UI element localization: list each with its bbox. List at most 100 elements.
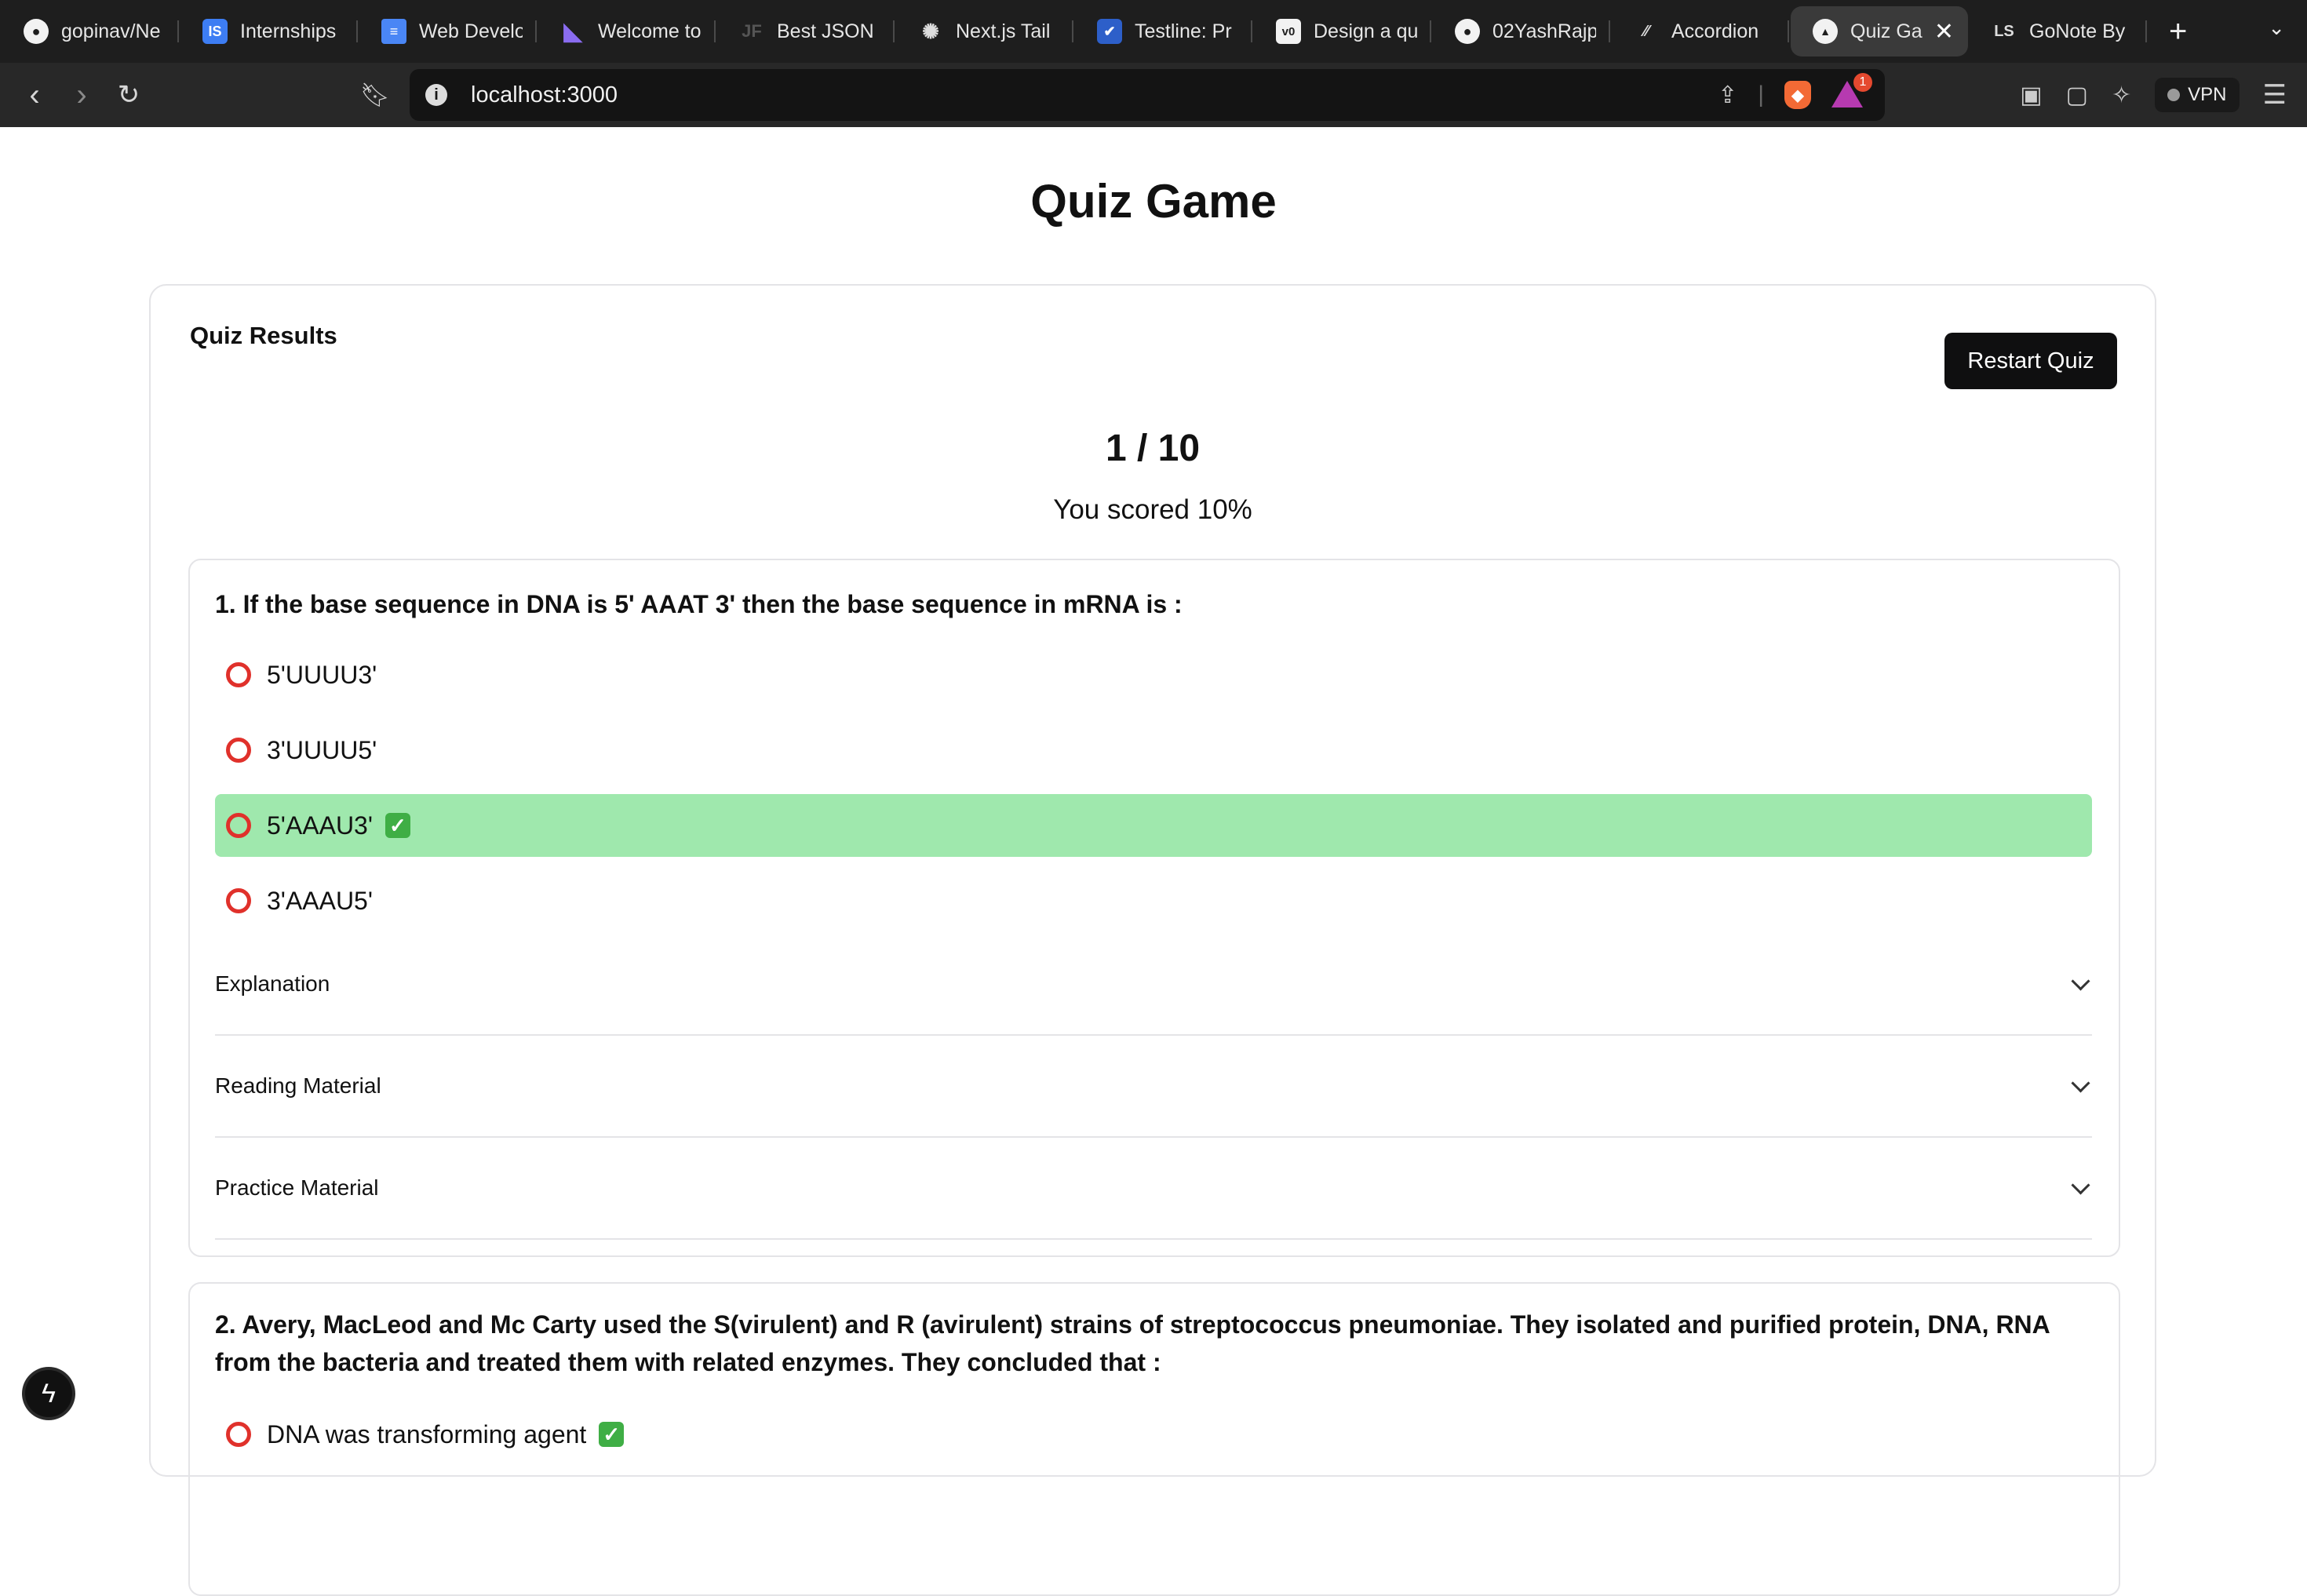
tab-nextjs-tailwind[interactable]: ✺ Next.js Tail <box>896 6 1073 56</box>
option-label: 3'UUUU5' <box>267 735 377 764</box>
google-docs-icon: ≡ <box>381 19 406 44</box>
leo-ai-icon[interactable]: ✧ <box>2112 82 2131 109</box>
shadcn-icon: ⁄⁄ <box>1643 22 1649 40</box>
radio-icon <box>226 1422 251 1447</box>
tab-separator <box>893 20 895 42</box>
wallet-icon[interactable]: ▢ <box>2066 82 2088 109</box>
question-text: 2. Avery, MacLeod and Mc Carty used the … <box>215 1310 2050 1376</box>
forward-button[interactable]: › <box>58 78 105 113</box>
tab-separator <box>356 20 358 42</box>
tab-separator <box>535 20 537 42</box>
quiz-results-card: Quiz Results Restart Quiz 1 / 10 You sco… <box>149 284 2156 1596</box>
tab-separator <box>177 20 179 42</box>
tab-web-development[interactable]: ≡ Web Develo <box>359 6 537 56</box>
tab-separator <box>1788 20 1789 42</box>
chevron-down-icon[interactable]: ⌄ <box>2268 16 2285 40</box>
github-icon: ● <box>1455 19 1480 44</box>
tab-welcome[interactable]: ◣ Welcome to <box>538 6 716 56</box>
browser-tab-strip: ● gopinav/Ne IS Internships ≡ Web Develo… <box>0 0 2307 63</box>
answer-option[interactable]: 3'AAAU5' <box>215 869 2092 932</box>
chevron-down-icon <box>2071 1073 2090 1093</box>
testline-icon: ✔ <box>1097 19 1122 44</box>
github-icon: ● <box>24 19 49 44</box>
results-heading: Quiz Results <box>190 322 337 349</box>
tab-gopinav[interactable]: ● gopinav/Ne <box>2 6 179 56</box>
answer-option[interactable]: 3'UUUU5' <box>215 719 2092 782</box>
tab-label: 02YashRajp <box>1492 20 1596 42</box>
chatgpt-icon: ✺ <box>922 19 939 43</box>
share-icon[interactable]: ⇪ <box>1718 82 1737 109</box>
accordion-label: Practice Material <box>215 1175 379 1200</box>
chevron-down-icon <box>2071 971 2090 991</box>
tab-best-json[interactable]: JF Best JSON <box>717 6 895 56</box>
option-label: 5'AAAU3' <box>267 811 373 840</box>
tab-label: gopinav/Ne <box>61 20 161 42</box>
v0-icon: v0 <box>1276 19 1301 44</box>
option-label: 3'AAAU5' <box>267 886 373 915</box>
question-card: 2. Avery, MacLeod and Mc Carty used the … <box>188 1282 2120 1596</box>
new-tab-button[interactable]: + <box>2169 14 2187 49</box>
address-bar-actions: ⇪ | ◆ 1 <box>1718 73 1872 109</box>
tab-02yashraj[interactable]: ● 02YashRajp <box>1433 6 1610 56</box>
tab-label: Web Develo <box>419 20 523 42</box>
answer-option[interactable]: 5'UUUU3' <box>215 643 2092 706</box>
accordion-explanation[interactable]: Explanation <box>215 934 2092 1036</box>
check-mark-icon: ✓ <box>384 813 410 838</box>
restart-quiz-button[interactable]: Restart Quiz <box>1944 333 2117 389</box>
accordion-practice-material[interactable]: Practice Material <box>215 1138 2092 1240</box>
tab-separator <box>1251 20 1252 42</box>
chevron-down-icon <box>2071 1175 2090 1195</box>
menu-icon[interactable]: ☰ <box>2263 79 2287 111</box>
vercel-icon: ▲ <box>1813 19 1838 44</box>
accordion-label: Explanation <box>215 971 330 996</box>
tab-label: Next.js Tail <box>956 20 1051 42</box>
tab-separator <box>1430 20 1431 42</box>
gonote-icon: LS <box>1994 22 2014 40</box>
tab-separator <box>714 20 716 42</box>
tab-design-quiz[interactable]: v0 Design a qu <box>1254 6 1431 56</box>
linear-icon: ◣ <box>563 18 582 45</box>
reload-button[interactable]: ↻ <box>105 79 152 111</box>
accordion-reading-material[interactable]: Reading Material <box>215 1036 2092 1138</box>
nextjs-dev-indicator-icon[interactable]: ϟ <box>25 1370 72 1417</box>
tab-label: Welcome to <box>598 20 702 42</box>
info-icon[interactable]: i <box>425 84 447 106</box>
answer-option-correct[interactable]: 5'AAAU3' ✓ <box>215 794 2092 857</box>
close-tab-icon[interactable]: ✕ <box>1934 18 1954 46</box>
divider: | <box>1758 82 1764 107</box>
tab-gonote[interactable]: LS GoNote By <box>1970 6 2147 56</box>
tab-separator <box>1609 20 1610 42</box>
radio-icon <box>226 888 251 913</box>
tab-testline[interactable]: ✔ Testline: Pr <box>1075 6 1252 56</box>
tab-separator <box>1072 20 1073 42</box>
check-mark-icon: ✓ <box>599 1422 625 1447</box>
vpn-label: VPN <box>2188 84 2227 105</box>
tab-accordion[interactable]: ⁄⁄ Accordion <box>1612 6 1789 56</box>
notification-badge: 1 <box>1853 73 1872 92</box>
brave-rewards-icon[interactable]: 1 <box>1831 73 1872 109</box>
accordion-label: Reading Material <box>215 1073 381 1098</box>
brave-shields-icon[interactable]: ◆ <box>1784 81 1811 109</box>
vpn-button[interactable]: VPN <box>2155 78 2240 112</box>
option-label: DNA was transforming agent <box>267 1419 587 1448</box>
tab-label: Design a qu <box>1314 20 1417 42</box>
tab-internships[interactable]: IS Internships <box>180 6 358 56</box>
score-percentage-text: You scored 10% <box>1053 494 1252 525</box>
page-title: Quiz Game <box>1030 175 1277 228</box>
tab-quiz-game[interactable]: ▲ Quiz Ga ✕ <box>1791 6 1968 56</box>
vpn-status-icon <box>2167 89 2181 101</box>
tab-separator <box>2145 20 2147 42</box>
page-content: Quiz Game Quiz Results Restart Quiz 1 / … <box>0 127 2307 1596</box>
bookmark-icon[interactable]: 🔖︎ <box>352 82 399 109</box>
sidebar-icon[interactable]: ▣ <box>2020 82 2042 109</box>
tab-label: Testline: Pr <box>1135 20 1232 42</box>
browser-toolbar: ‹ › ↻ 🔖︎ i localhost:3000 ⇪ | ◆ 1 ▣ ▢ ✧ … <box>0 63 2307 127</box>
jsonformatter-icon: JF <box>742 21 762 41</box>
back-button[interactable]: ‹ <box>11 78 58 113</box>
option-label: 5'UUUU3' <box>267 660 377 689</box>
tab-label: Internships <box>240 20 337 42</box>
answer-option[interactable]: DNA was transforming agent ✓ <box>215 1403 2092 1466</box>
url-text[interactable]: localhost:3000 <box>471 82 618 108</box>
question-card: 1. If the base sequence in DNA is 5' AAA… <box>188 559 2120 1257</box>
address-bar[interactable]: i localhost:3000 ⇪ | ◆ 1 <box>410 69 1885 121</box>
